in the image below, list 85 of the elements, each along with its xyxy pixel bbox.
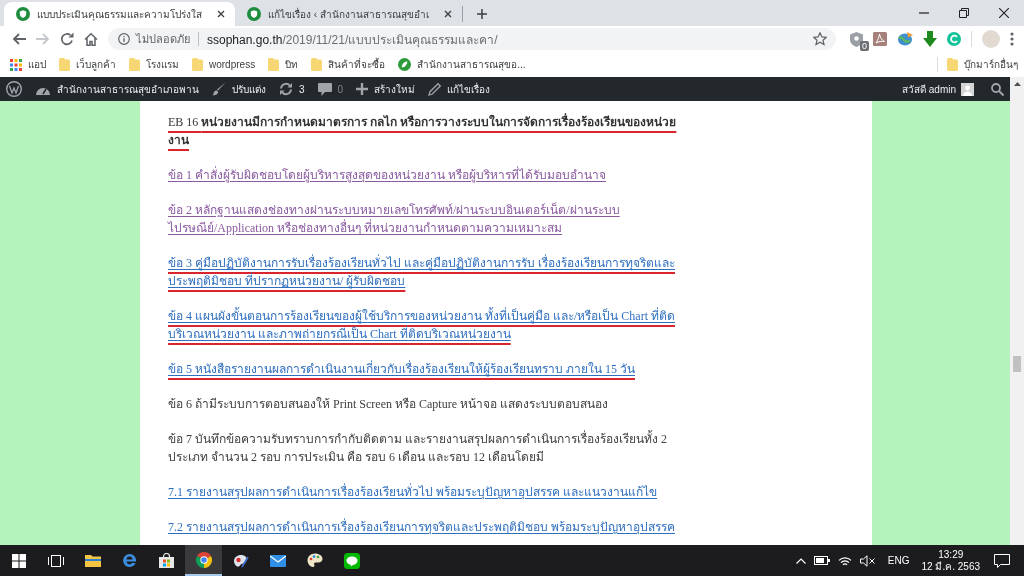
- url-text: ssophan.go.th/2019/11/21/แบบประเมินคุณธรรมและคา/: [207, 31, 498, 49]
- paragraph: ข้อ 7 บันทึกข้อความรับทราบการกำกับติดตาม และรายงานสรุปผลการดำเนินการเรื่องร้องเรียนทั้ง 2 ประเภท จำนวน 2 รอบ การประเมิน คือ รอบ 6 เดือน และรอบ 12 เดือนโดยมี: [168, 430, 668, 466]
- refresh-icon: [279, 82, 293, 96]
- browser-tab[interactable]: แก้ไขเรื่อง ‹ สำนักงานสาธารณสุขอำเ: [235, 2, 462, 26]
- browser-tab[interactable]: แบบประเมินคุณธรรมและความโปร่งใส: [4, 2, 235, 26]
- taskbar-button[interactable]: [185, 545, 222, 576]
- arrow-down-icon[interactable]: [923, 31, 937, 47]
- folder-icon: [192, 58, 203, 71]
- task-view-icon[interactable]: [47, 554, 64, 567]
- folder-icon: [84, 554, 101, 567]
- shield-icon: [247, 7, 261, 21]
- paragraph: ข้อ 6 ถ้ามีระบบการตอบสนองให้ Print Screen หรือ Capture หน้าจอ แสดงระบบตอบสนอง: [168, 396, 608, 413]
- mail-icon: [269, 554, 286, 567]
- document-link[interactable]: 7.1 รายงานสรุปผลการดำเนินการเรื่องร้องเรียนทั่วไป พร้อมระบุปัญหาอุปสรรค และแนวงานแก้ไข: [168, 483, 657, 505]
- wifi-icon[interactable]: [837, 555, 852, 566]
- bookmark-folder[interactable]: โรงแรม: [129, 57, 179, 72]
- scroll-up-icon[interactable]: [1013, 82, 1021, 86]
- chevron-up-icon[interactable]: [795, 557, 806, 564]
- back-icon[interactable]: [12, 33, 26, 45]
- bookmark-link[interactable]: สำนักงานสาธารณสุขอ...: [398, 57, 526, 72]
- plus-icon[interactable]: [476, 9, 487, 19]
- extension-badge: 0: [860, 40, 869, 51]
- paint-splash-icon: [232, 553, 249, 568]
- site-name-link[interactable]: สำนักงานสาธารณสุขอำเภอพาน: [35, 81, 199, 97]
- document-link[interactable]: ข้อ 3 คู่มือปฏิบัติงานการรับเรื่องร้องเรียนทั่วไป และคู่มือปฏิบัติงานการรับ เรื่องร้องเรียนการทุจริตและประพฤติมิชอบ ที่ปรากฏหน่วยงาน/ ผู้รับผิดชอบ: [168, 254, 680, 294]
- document-link[interactable]: ข้อ 4 แผนผังขั้นตอนการร้องเรียนของผู้ใช้บริการของหน่วยงาน ทั้งที่เป็นคู่มือ และ/หรือเป็น Chart ที่ติดบริเวณหน่วยงาน และภาพถ่ายกรณีเป็น Chart ที่ติดบริเวณหน่วยงาน: [168, 307, 680, 347]
- restore-icon[interactable]: [959, 8, 969, 18]
- plus-icon: [356, 83, 369, 95]
- document-link[interactable]: ข้อ 2 หลักฐานแสดงช่องทางผ่านระบบหมายเลขโทรศัพท์/ผ่านระบบอินเตอร์เน็ต/ผ่านระบบไปรษณีย์/Application หรือช่องทางอื่นๆ ที่หน่วยงานกำหนดตามความเหมาะสม: [168, 201, 680, 241]
- shopping-bag-icon: [159, 553, 174, 568]
- bookmark-folder[interactable]: wordpress: [192, 58, 256, 71]
- chat-bubble-icon: [343, 552, 360, 569]
- document-link[interactable]: ข้อ 1 คำสั่งผู้รับผิดชอบโดยผู้บริหารสูงสุดของหน่วยงาน หรือผู้บริหารที่ได้รับมอบอำนาจ: [168, 166, 606, 188]
- palette-icon: [306, 553, 323, 568]
- brush-icon: [212, 82, 226, 96]
- apps-shortcut[interactable]: แอป: [10, 57, 46, 72]
- bookmark-folder[interactable]: บุ๊กมาร์กอื่นๆ: [947, 57, 1018, 72]
- logo-icon[interactable]: [6, 81, 22, 97]
- bookmark-folder[interactable]: เว็บลูกค้า: [59, 57, 116, 72]
- shield-icon: [16, 7, 30, 21]
- scrollbar-thumb[interactable]: [1013, 356, 1021, 372]
- folder-icon: [59, 58, 70, 71]
- globe-icon[interactable]: [897, 32, 913, 46]
- logo-icon: [398, 58, 412, 71]
- bookmark-folder[interactable]: บิท: [268, 57, 299, 72]
- folder-icon: [947, 58, 958, 71]
- account-link[interactable]: สวัสดี admin: [902, 81, 974, 97]
- folder-icon: [311, 58, 323, 71]
- customize-link[interactable]: ปรับแต่ง: [212, 81, 266, 97]
- e-browser-icon: [122, 553, 137, 568]
- clock-time[interactable]: 13:29: [938, 548, 964, 561]
- info-icon: [118, 33, 130, 45]
- comments-link[interactable]: 0: [317, 82, 344, 96]
- menu-icon[interactable]: [1010, 32, 1014, 46]
- notification-icon[interactable]: [994, 553, 1010, 568]
- apps-grid-icon: [10, 58, 22, 71]
- comment-icon: [317, 82, 332, 96]
- folder-icon: [129, 58, 140, 71]
- folder-icon: [268, 58, 280, 71]
- browser-icon: [195, 551, 212, 568]
- shield-icon[interactable]: [850, 31, 863, 47]
- clock-date[interactable]: 12 มี.ค. 2563: [921, 560, 980, 573]
- close-icon[interactable]: [443, 10, 452, 18]
- start-icon[interactable]: [11, 553, 26, 568]
- updates-link[interactable]: 3: [279, 82, 305, 96]
- pdf-icon[interactable]: [873, 32, 887, 46]
- home-icon[interactable]: [84, 32, 98, 46]
- bookmark-folder[interactable]: สินค้าที่จะซื้อ: [311, 57, 386, 72]
- post-heading: EB 16 หน่วยงานมีการกำหนดมาตรการ กลไก หรือการวางระบบในการจัดการเรื่องร้องเรียนของหน่วยงาน: [168, 113, 678, 149]
- security-label[interactable]: ไม่ปลอดภัย: [136, 30, 190, 48]
- edit-post-link[interactable]: แก้ไขเรื่อง: [428, 81, 491, 97]
- battery-icon[interactable]: [813, 556, 830, 565]
- close-icon[interactable]: [217, 10, 225, 18]
- avatar-icon: [961, 82, 974, 96]
- search-icon[interactable]: [991, 82, 1004, 96]
- close-icon[interactable]: [999, 8, 1009, 18]
- language-indicator[interactable]: ENG: [887, 555, 910, 566]
- reload-icon[interactable]: [60, 32, 74, 46]
- pencil-icon: [428, 82, 442, 96]
- document-link[interactable]: ข้อ 5 หนังสือรายงานผลการดำเนินงานเกี่ยวกับเรื่องร้องเรียนให้ผู้ร้องเรียนทราบ ภายใน 15 วัน: [168, 360, 635, 382]
- speaker-icon[interactable]: [859, 554, 876, 567]
- star-icon[interactable]: [813, 32, 827, 46]
- address-bar[interactable]: ไม่ปลอดภัย ssophan.go.th/2019/11/21/แบบประเมินคุณธรรมและคา/: [108, 28, 836, 50]
- new-content-link[interactable]: สร้างใหม่: [356, 81, 416, 97]
- document-link[interactable]: 7.2 รายงานสรุปผลการดำเนินการเรื่องร้องเรียนการทุจริตและประพฤติมิชอบ พร้อมระบุปัญหาอุปสรรค: [168, 518, 675, 540]
